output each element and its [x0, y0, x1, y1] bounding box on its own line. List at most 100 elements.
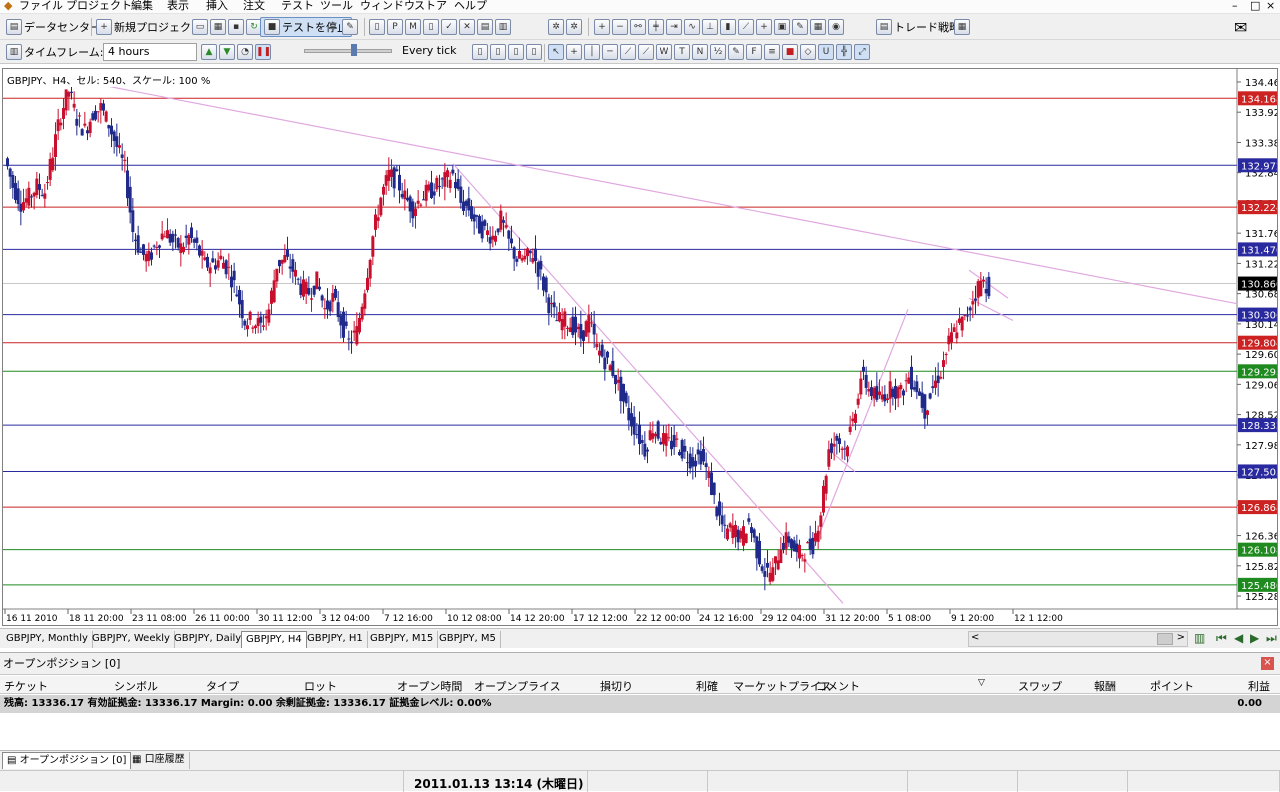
terminal-close-icon[interactable]: ×	[1261, 657, 1274, 670]
properties-icon[interactable]: ▦	[810, 19, 826, 35]
tab-daily[interactable]: GBPJPY, Daily	[170, 631, 247, 648]
menu-window[interactable]: ウィンドウ	[360, 0, 415, 12]
stop-test-button[interactable]: ■ テストを停止	[260, 17, 352, 37]
period-icon[interactable]: ⊥	[702, 19, 718, 35]
autoscroll-icon[interactable]: ⇥	[666, 19, 682, 35]
menu-view[interactable]: 表示	[167, 0, 189, 12]
crosshair-icon[interactable]: +	[566, 44, 582, 60]
fibo-icon[interactable]: ½	[710, 44, 726, 60]
brush-icon[interactable]: ✎	[792, 19, 808, 35]
col-symbol[interactable]: シンボル	[114, 678, 158, 694]
first-icon[interactable]: ⏮	[1216, 631, 1227, 646]
timeframe-select[interactable]: 4 hours	[103, 43, 197, 61]
save-icon[interactable]: ▪	[228, 19, 244, 35]
speed-slider-thumb[interactable]	[351, 44, 357, 56]
check-doc-icon[interactable]: ✓	[441, 19, 457, 35]
wave-icon[interactable]: W	[656, 44, 672, 60]
menu-edit[interactable]: 編集	[131, 0, 153, 12]
trade-strategy-button[interactable]: ▤ トレード戦略	[876, 17, 960, 37]
settings-icon[interactable]: ✲	[566, 19, 582, 35]
tab-h4[interactable]: GBPJPY, H4	[241, 631, 307, 648]
mail-icon[interactable]: ✉	[1234, 17, 1247, 37]
step-icon-3[interactable]: ▯	[508, 44, 524, 60]
doc-icon[interactable]: ▯	[423, 19, 439, 35]
col-open-price[interactable]: オープンプライス	[474, 678, 561, 694]
group-icon[interactable]: ✲	[548, 19, 564, 35]
data-center-button[interactable]: ▤ データセンター	[6, 17, 101, 37]
p-icon[interactable]: P	[387, 19, 403, 35]
tab-m5[interactable]: GBPJPY, M5	[435, 631, 501, 648]
test-settings-icon[interactable]: ✎	[342, 19, 358, 35]
pause-icon[interactable]: ❚❚	[255, 44, 271, 60]
speed-slider[interactable]	[304, 44, 392, 56]
db-icon[interactable]: ▥	[495, 19, 511, 35]
menu-file[interactable]: ファイル	[19, 0, 63, 12]
menu-tools[interactable]: ツール	[320, 0, 353, 12]
pen-icon[interactable]: ✎	[728, 44, 744, 60]
speed-icon[interactable]: ◔	[237, 44, 253, 60]
m-icon[interactable]: M	[405, 19, 421, 35]
binoculars-icon[interactable]: ⚯	[630, 19, 646, 35]
tab-monthly[interactable]: GBPJPY, Monthly	[2, 631, 93, 648]
down-arrow-icon[interactable]: ▼	[219, 44, 235, 60]
template-icon[interactable]: ▣	[774, 19, 790, 35]
magnet-icon[interactable]: U	[818, 44, 834, 60]
chart-scrollbar[interactable]: < >	[968, 631, 1188, 647]
tab-open-positions[interactable]: ▤ オープンポジション [0]	[2, 752, 132, 769]
horizontal-line-icon[interactable]: ─	[602, 44, 618, 60]
new-doc-icon[interactable]: ▯	[369, 19, 385, 35]
col-stop-loss[interactable]: 損切り	[600, 678, 633, 694]
strategy-extra-icon[interactable]: ▦	[954, 19, 970, 35]
paste-icon[interactable]: ▦	[210, 19, 226, 35]
zoom-out-icon[interactable]: −	[612, 19, 628, 35]
scroll-left-icon[interactable]: <	[971, 632, 979, 643]
menu-help[interactable]: ヘルプ	[454, 0, 487, 12]
tab-h1[interactable]: GBPJPY, H1	[303, 631, 368, 648]
snap-icon[interactable]: ⤢	[854, 44, 870, 60]
last-icon[interactable]: ⏭	[1266, 631, 1277, 646]
bar-chart-icon[interactable]: ╪	[648, 19, 664, 35]
tab-m15[interactable]: GBPJPY, M15	[366, 631, 439, 648]
col-profit[interactable]: 利益	[1248, 678, 1270, 694]
close-doc-icon[interactable]: ✕	[459, 19, 475, 35]
step-icon-1[interactable]: ▯	[472, 44, 488, 60]
add-indicator-icon[interactable]: +	[756, 19, 772, 35]
cursor-icon[interactable]: ↖	[548, 44, 564, 60]
up-arrow-icon[interactable]: ▲	[201, 44, 217, 60]
menu-test[interactable]: テスト	[281, 0, 314, 12]
col-lot[interactable]: ロット	[304, 678, 337, 694]
step-icon-2[interactable]: ▯	[490, 44, 506, 60]
copy-doc-icon[interactable]: ▤	[477, 19, 493, 35]
vertical-line-icon[interactable]: │	[584, 44, 600, 60]
prev-icon[interactable]: ◀	[1234, 631, 1243, 645]
col-points[interactable]: ポイント	[1150, 678, 1194, 694]
zoom-in-icon[interactable]: +	[594, 19, 610, 35]
chart-list-icon[interactable]: ▥	[1194, 631, 1205, 645]
new-project-button[interactable]: + 新規プロジェクト	[96, 17, 202, 37]
price-chart[interactable]: 134.460133.920133.380132.840132.300131.7…	[2, 68, 1278, 626]
tab-weekly[interactable]: GBPJPY, Weekly	[88, 631, 175, 648]
grid-icon[interactable]: ╬	[836, 44, 852, 60]
ray-icon[interactable]: ⟋	[638, 44, 654, 60]
maximize-button[interactable]: □	[1250, 0, 1260, 12]
tick-select[interactable]: Every tick	[398, 43, 470, 61]
menu-insert[interactable]: 挿入	[206, 0, 228, 12]
menu-order[interactable]: 注文	[243, 0, 265, 12]
open-folder-icon[interactable]: ▭	[192, 19, 208, 35]
color-icon[interactable]: ■	[782, 44, 798, 60]
step-icon-4[interactable]: ▯	[526, 44, 542, 60]
col-swap[interactable]: スワップ	[1018, 678, 1062, 694]
col-reward[interactable]: 報酬	[1094, 678, 1116, 694]
screenshot-icon[interactable]: ◉	[828, 19, 844, 35]
line-style-icon[interactable]: ≡	[764, 44, 780, 60]
scroll-thumb[interactable]	[1157, 633, 1173, 645]
label-icon[interactable]: N	[692, 44, 708, 60]
line-icon[interactable]: ⟋	[738, 19, 754, 35]
close-button[interactable]: ×	[1266, 0, 1275, 12]
tab-account-history[interactable]: ▦ 口座履歴	[128, 752, 190, 769]
next-icon[interactable]: ▶	[1250, 631, 1259, 645]
comment-filter-icon[interactable]: ▽	[978, 678, 985, 688]
candle-icon[interactable]: ▮	[720, 19, 736, 35]
col-ticket[interactable]: チケット	[4, 678, 48, 694]
menu-project[interactable]: プロジェクト	[66, 0, 132, 12]
